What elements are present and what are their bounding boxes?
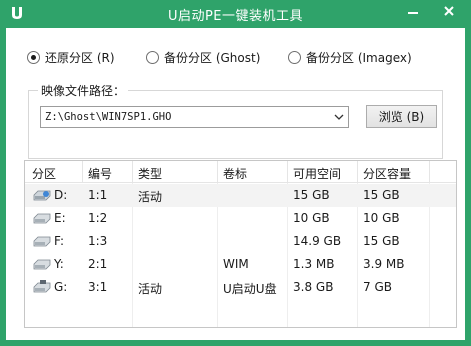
usb-drive-icon [33, 280, 51, 293]
main-panel: 还原分区 (R) 备份分区 (Ghost) 备份分区 (Imagex) 映像文件… [6, 28, 465, 340]
chevron-down-icon[interactable] [330, 114, 348, 120]
radio-backup-imagex-control[interactable] [288, 51, 301, 64]
drive-icon [33, 259, 51, 270]
cell-type: 活动 [138, 190, 163, 204]
cell-partition: D: [54, 188, 68, 202]
radio-backup-ghost[interactable]: 备份分区 (Ghost) [146, 49, 260, 66]
column-header-number[interactable]: 编号 [88, 165, 112, 182]
partition-table: 分区 编号 类型 卷标 可用空间 分区容量 D: 1:1 活动 15 GB 15… [24, 160, 457, 328]
radio-backup-ghost-label: 备份分区 (Ghost) [164, 51, 261, 65]
minimize-icon [408, 12, 418, 14]
radio-backup-ghost-control[interactable] [146, 51, 159, 64]
cell-partition: G: [54, 280, 68, 294]
cell-label: WIM [223, 257, 249, 271]
cell-number: 2:1 [88, 257, 108, 271]
table-row[interactable]: F: 1:3 14.9 GB 15 GB [25, 230, 456, 253]
column-header-type[interactable]: 类型 [138, 165, 162, 182]
cell-capacity: 7 GB [363, 280, 392, 294]
cell-free-space: 10 GB [293, 211, 330, 225]
title-bar: U启动PE一键装机工具 [0, 0, 471, 28]
table-header: 分区 编号 类型 卷标 可用空间 分区容量 [25, 161, 456, 183]
header-divider [357, 161, 358, 183]
cell-capacity: 15 GB [363, 234, 400, 248]
header-divider [429, 161, 430, 183]
table-row[interactable]: Y: 2:1 WIM 1.3 MB 3.9 MB [25, 253, 456, 276]
table-row[interactable]: G: 3:1 活动 U启动U盘 3.8 GB 7 GB [25, 276, 456, 299]
cell-partition: F: [54, 234, 65, 248]
cell-free-space: 3.8 GB [293, 280, 334, 294]
cell-label: U启动U盘 [223, 282, 277, 296]
cell-number: 1:2 [88, 211, 108, 225]
cell-free-space: 1.3 MB [293, 257, 335, 271]
radio-restore[interactable]: 还原分区 (R) [27, 49, 115, 66]
header-divider [132, 161, 133, 183]
cell-capacity: 15 GB [363, 188, 400, 202]
cell-free-space: 14.9 GB [293, 234, 342, 248]
table-row[interactable]: D: 1:1 活动 15 GB 15 GB [25, 184, 456, 207]
image-path-combobox[interactable]: Z:\Ghost\WIN7SP1.GHO [40, 106, 349, 128]
radio-restore-control[interactable] [27, 51, 40, 64]
column-header-free-space[interactable]: 可用空间 [293, 165, 341, 182]
table-row[interactable]: E: 1:2 10 GB 10 GB [25, 207, 456, 230]
cell-number: 1:1 [88, 188, 108, 202]
header-divider [287, 161, 288, 183]
image-path-value: Z:\Ghost\WIN7SP1.GHO [45, 111, 172, 123]
drive-icon [33, 213, 51, 224]
app-window: U启动PE一键装机工具 还原分区 (R) 备份分区 (Ghost) 备份分区 (… [0, 0, 471, 346]
cell-partition: Y: [54, 257, 64, 271]
cell-number: 1:3 [88, 234, 108, 248]
radio-restore-label: 还原分区 (R) [45, 51, 115, 65]
radio-backup-imagex-label: 备份分区 (Imagex) [306, 51, 412, 65]
cell-capacity: 10 GB [363, 211, 400, 225]
header-divider [217, 161, 218, 183]
cell-partition: E: [54, 211, 66, 225]
close-button[interactable] [434, 0, 464, 22]
header-divider [82, 161, 83, 183]
browse-button[interactable]: 浏览 (B) [366, 105, 437, 128]
close-icon [444, 6, 454, 16]
drive-system-icon [33, 190, 51, 201]
column-header-capacity[interactable]: 分区容量 [363, 165, 411, 182]
drive-icon [33, 236, 51, 247]
cell-number: 3:1 [88, 280, 108, 294]
radio-backup-imagex[interactable]: 备份分区 (Imagex) [288, 49, 412, 66]
image-path-label: 映像文件路径： [38, 82, 129, 99]
minimize-button[interactable] [398, 0, 428, 22]
cell-free-space: 15 GB [293, 188, 330, 202]
column-header-label[interactable]: 卷标 [223, 165, 247, 182]
cell-type: 活动 [138, 282, 163, 296]
cell-capacity: 3.9 MB [363, 257, 405, 271]
column-header-partition[interactable]: 分区 [32, 165, 56, 182]
